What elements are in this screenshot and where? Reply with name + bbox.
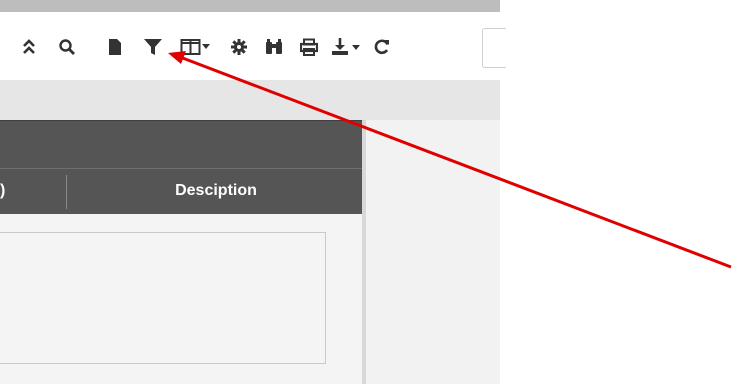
grid-caption-bar	[0, 80, 500, 120]
grid-edge-shadow	[362, 120, 366, 384]
grid-group-header	[0, 120, 362, 168]
refresh-icon[interactable]	[373, 36, 391, 58]
side-panel	[365, 120, 500, 384]
filter-icon[interactable]	[143, 36, 163, 58]
grid-toolbar	[0, 22, 500, 72]
search-icon[interactable]	[58, 36, 76, 58]
document-icon[interactable]	[108, 36, 122, 58]
top-scroll-bar	[0, 0, 500, 12]
search-input[interactable]	[482, 28, 506, 68]
empty-data-area	[0, 232, 326, 364]
grid-column-header: ) Desciption	[0, 168, 362, 214]
download-icon[interactable]	[330, 36, 364, 58]
print-icon[interactable]	[300, 36, 318, 58]
binoculars-icon[interactable]	[264, 36, 284, 58]
partial-column-header[interactable]: )	[0, 169, 10, 213]
settings-icon[interactable]	[230, 36, 248, 58]
column-separator[interactable]	[66, 175, 67, 209]
collapse-icon[interactable]	[20, 36, 38, 58]
description-column-header[interactable]: Desciption	[70, 169, 362, 213]
columns-icon[interactable]	[180, 36, 212, 58]
